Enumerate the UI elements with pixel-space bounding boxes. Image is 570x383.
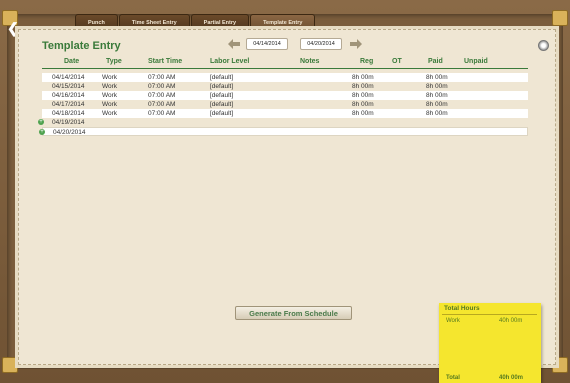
generate-from-schedule-button[interactable]: Generate From Schedule	[235, 306, 352, 320]
work-hours-label: Work	[446, 318, 460, 324]
divider	[442, 314, 537, 315]
table-row[interactable]: 04/17/2014 Work 07:00 AM [default] 8h 00…	[42, 100, 528, 109]
cell-type: Work	[102, 83, 118, 90]
cell-date: 04/15/2014	[52, 83, 85, 90]
add-entry-icon[interactable]: +	[39, 129, 45, 135]
cell-start-time: 07:00 AM	[148, 83, 176, 90]
cell-labor-level: [default]	[210, 101, 234, 108]
cell-date: 04/19/2014	[52, 119, 85, 126]
cell-labor-level: [default]	[210, 83, 234, 90]
column-header-start-time: Start Time	[148, 58, 183, 65]
cell-start-time: 07:00 AM	[148, 74, 176, 81]
table-row-empty[interactable]: + 04/20/2014	[39, 127, 528, 136]
cell-start-time: 07:00 AM	[148, 101, 176, 108]
cell-reg: 8h 00m	[352, 92, 374, 99]
column-header-reg: Reg	[360, 58, 374, 65]
end-date-field[interactable]	[300, 38, 342, 50]
cell-paid: 8h 00m	[426, 110, 448, 117]
table-row[interactable]: 04/14/2014 Work 07:00 AM [default] 8h 00…	[42, 73, 528, 82]
column-header-ot: OT	[392, 58, 402, 65]
table-row[interactable]: 04/18/2014 Work 07:00 AM [default] 8h 00…	[42, 109, 528, 118]
cell-paid: 8h 00m	[426, 92, 448, 99]
cell-type: Work	[102, 110, 118, 117]
cell-date: 04/14/2014	[52, 74, 85, 81]
total-hours-label: Total	[446, 375, 460, 381]
cell-paid: 8h 00m	[426, 74, 448, 81]
column-header-type: Type	[106, 58, 122, 65]
back-arrow-icon[interactable]: ❮	[7, 20, 19, 37]
corner-bracket	[2, 357, 18, 373]
cell-paid: 8h 00m	[426, 101, 448, 108]
cell-date: 04/18/2014	[52, 110, 85, 117]
settings-icon[interactable]	[538, 40, 549, 51]
column-header-date: Date	[64, 58, 80, 65]
corner-bracket	[552, 10, 568, 26]
cell-labor-level: [default]	[210, 92, 234, 99]
cell-labor-level: [default]	[210, 74, 234, 81]
cell-labor-level: [default]	[210, 110, 234, 117]
column-header-notes: Notes	[300, 58, 320, 65]
tab-bar: Punch Time Sheet Entry Partial Entry Tem…	[75, 14, 316, 31]
table-header: Date Type Start Time Labor Level Notes R…	[42, 58, 528, 69]
total-hours-sticky-note: Total Hours Work 40h 00m Total 40h 00m	[439, 303, 541, 383]
cell-reg: 8h 00m	[352, 83, 374, 90]
cell-type: Work	[102, 74, 118, 81]
next-week-arrow-icon[interactable]	[350, 39, 362, 49]
table-body: 04/14/2014 Work 07:00 AM [default] 8h 00…	[38, 73, 528, 136]
cell-date: 04/16/2014	[52, 92, 85, 99]
total-hours-title: Total Hours	[444, 305, 480, 312]
page-title: Template Entry	[42, 40, 121, 52]
table-row[interactable]: 04/16/2014 Work 07:00 AM [default] 8h 00…	[42, 91, 528, 100]
cell-paid: 8h 00m	[426, 83, 448, 90]
previous-week-arrow-icon[interactable]	[228, 39, 240, 49]
work-hours-value: 40h 00m	[499, 318, 523, 324]
add-entry-icon[interactable]: +	[38, 119, 44, 125]
cell-date: 04/17/2014	[52, 101, 85, 108]
cell-reg: 8h 00m	[352, 74, 374, 81]
total-hours-value: 40h 00m	[499, 375, 524, 381]
cell-start-time: 07:00 AM	[148, 92, 176, 99]
column-header-unpaid: Unpaid	[464, 58, 488, 65]
cell-type: Work	[102, 101, 118, 108]
column-header-paid: Paid	[428, 58, 443, 65]
cell-reg: 8h 00m	[352, 101, 374, 108]
table-row-empty[interactable]: + 04/19/2014	[38, 118, 528, 127]
cell-type: Work	[102, 92, 118, 99]
cell-reg: 8h 00m	[352, 110, 374, 117]
column-header-labor-level: Labor Level	[210, 58, 250, 65]
cell-start-time: 07:00 AM	[148, 110, 176, 117]
table-row[interactable]: 04/15/2014 Work 07:00 AM [default] 8h 00…	[42, 82, 528, 91]
cell-date: 04/20/2014	[53, 129, 86, 136]
start-date-field[interactable]	[246, 38, 288, 50]
